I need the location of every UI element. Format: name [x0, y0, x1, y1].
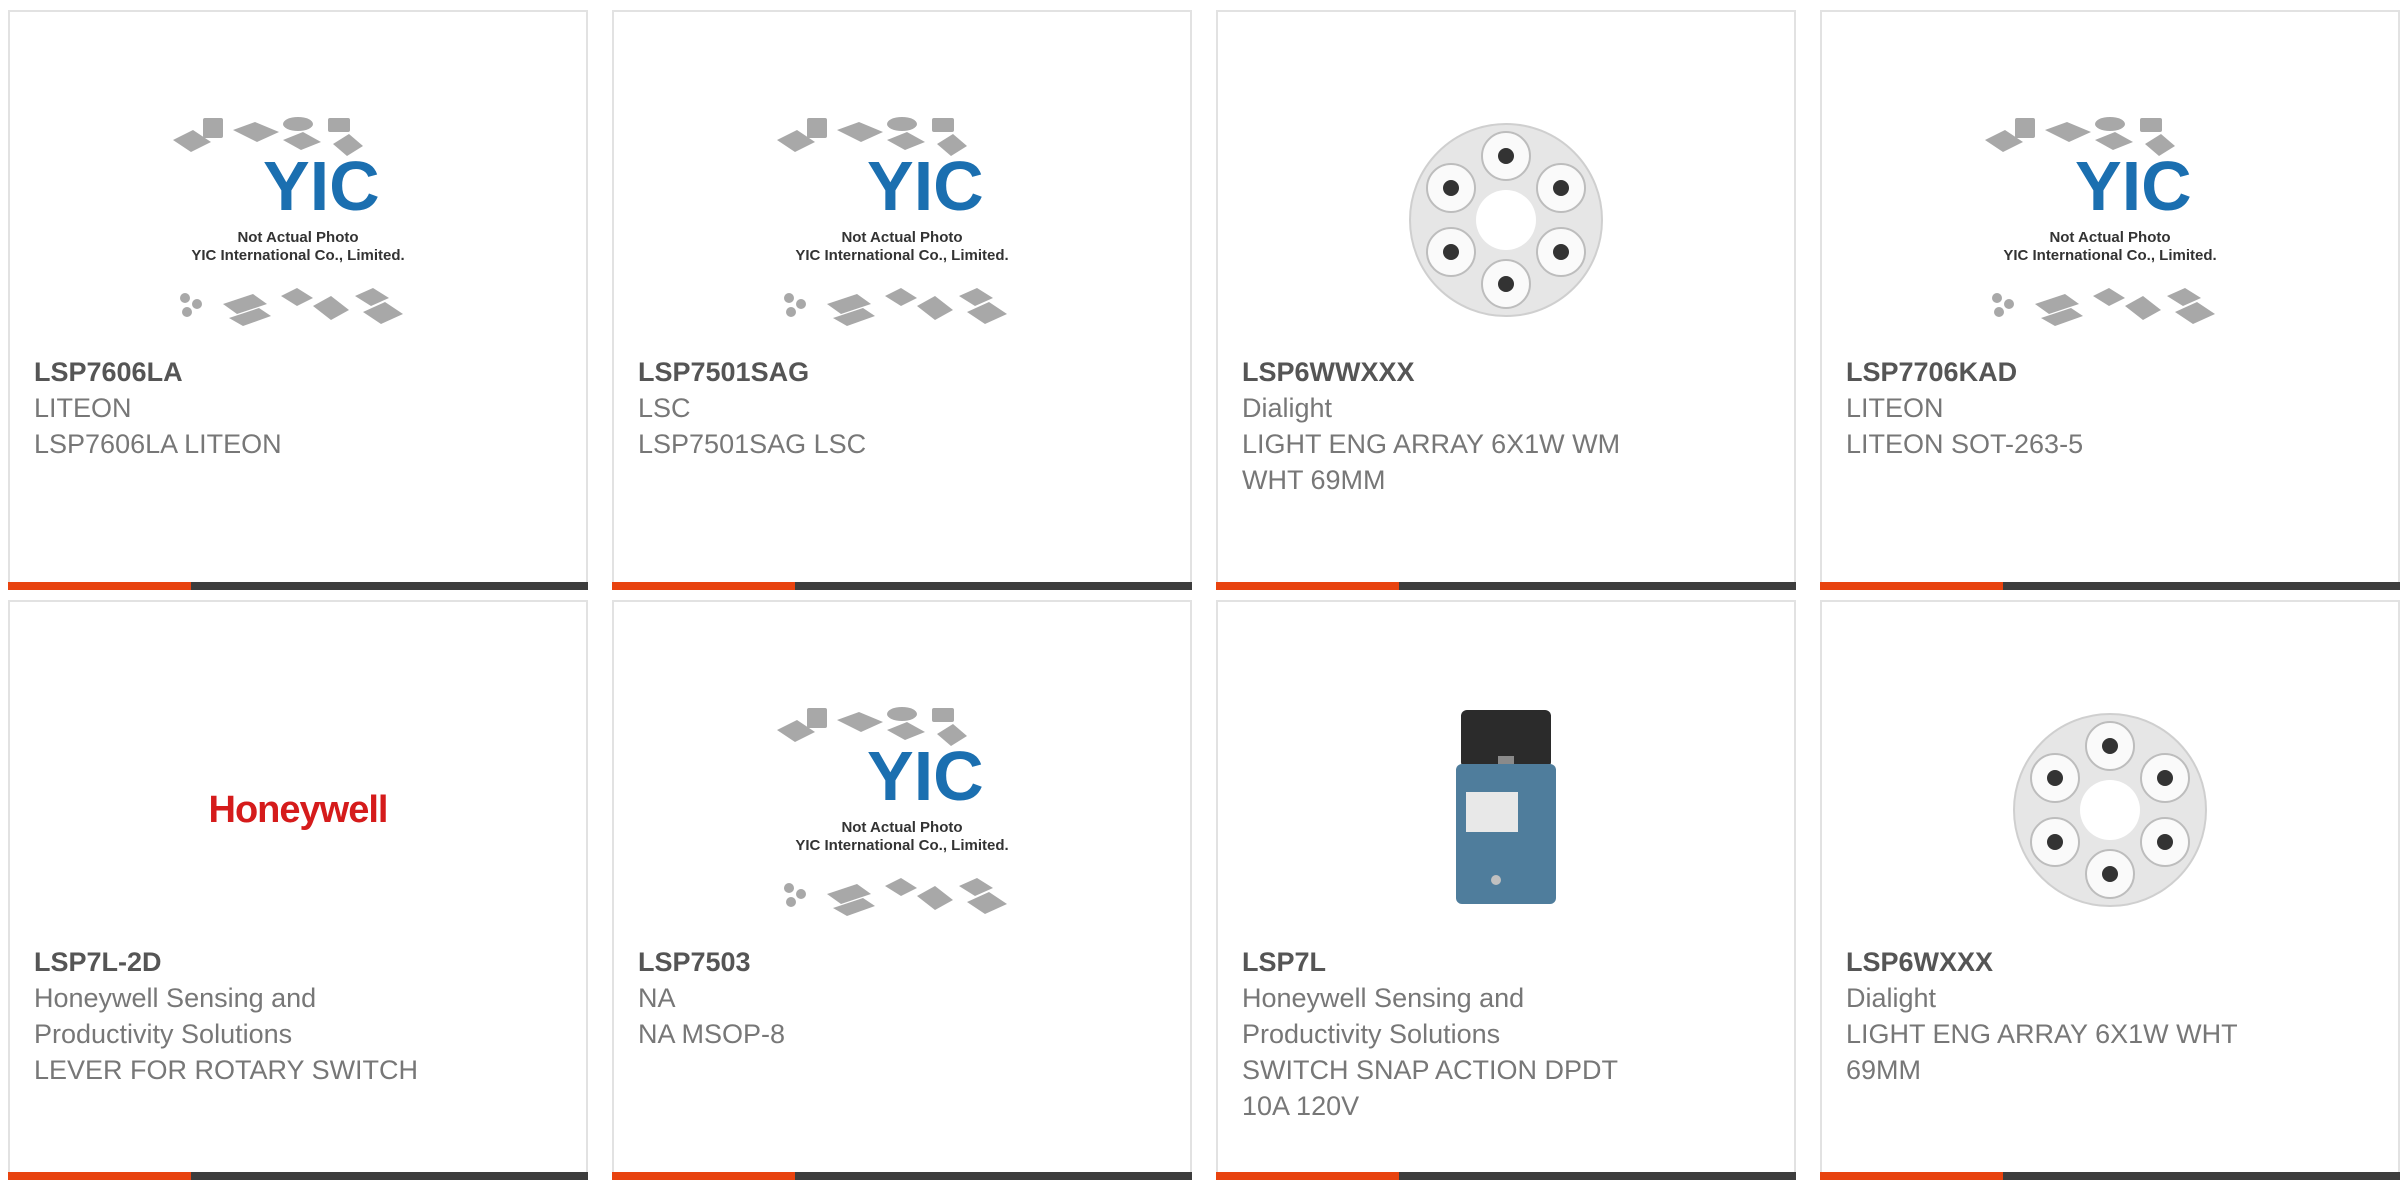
product-image-placeholder[interactable]: YIC Not Actual Photo YIC International C… [10, 90, 586, 350]
product-card[interactable]: Honeywell LSP7L-2D Honeywell Sensing and… [8, 600, 588, 1180]
product-card[interactable]: YIC Not Actual Photo YIC International C… [8, 10, 588, 590]
svg-text:YIC International Co., Limited: YIC International Co., Limited. [191, 247, 404, 264]
product-card[interactable]: LSP6WWXXX Dialight LIGHT ENG ARRAY 6X1W … [1216, 10, 1796, 590]
product-card[interactable]: YIC Not Actual Photo YIC International C… [612, 10, 1192, 590]
led-array-icon [2013, 713, 2207, 907]
manufacturer: NA [638, 983, 676, 1013]
manufacturer: LITEON [1846, 393, 1944, 423]
card-bottom-bar [612, 1172, 1192, 1180]
part-number[interactable]: LSP7L [1242, 944, 1770, 980]
svg-text:Not Actual Photo: Not Actual Photo [237, 229, 358, 246]
product-image-placeholder[interactable]: YIC Not Actual Photo YIC International C… [614, 680, 1190, 940]
product-info: LSP7L-2D Honeywell Sensing and Productiv… [34, 944, 562, 1088]
placeholder-photo-icon: YIC Not Actual Photo YIC International C… [173, 117, 405, 326]
part-number[interactable]: LSP7L-2D [34, 944, 562, 980]
product-image-placeholder[interactable]: YIC Not Actual Photo YIC International C… [1822, 90, 2398, 350]
svg-text:Not Actual Photo: Not Actual Photo [2049, 229, 2170, 246]
placeholder-photo-icon: YIC Not Actual Photo YIC International C… [777, 707, 1009, 916]
manufacturer: LITEON [34, 393, 132, 423]
manufacturer: Dialight [1846, 983, 1937, 1013]
description: LIGHT ENG ARRAY 6X1W WHT 69MM [1846, 1019, 2238, 1085]
description: LITEON SOT-263-5 [1846, 429, 2084, 459]
limit-switch-icon [1456, 710, 1556, 904]
honeywell-logo-icon: Honeywell [208, 788, 389, 831]
manufacturer: Dialight [1242, 393, 1333, 423]
card-bottom-bar [612, 582, 1192, 590]
manufacturer: Honeywell Sensing and Productivity Solut… [34, 983, 317, 1049]
product-image-placeholder[interactable]: YIC Not Actual Photo YIC International C… [614, 90, 1190, 350]
svg-text:YIC International Co., Limited: YIC International Co., Limited. [795, 247, 1008, 264]
description: NA MSOP-8 [638, 1019, 786, 1049]
product-info: LSP6WXXX Dialight LIGHT ENG ARRAY 6X1W W… [1846, 944, 2374, 1088]
card-bottom-bar [1216, 582, 1796, 590]
card-bottom-bar [1820, 1172, 2400, 1180]
card-bottom-bar [1216, 1172, 1796, 1180]
product-card[interactable]: YIC Not Actual Photo YIC International C… [612, 600, 1192, 1180]
part-number[interactable]: LSP7501SAG [638, 354, 1166, 390]
product-grid: YIC Not Actual Photo YIC International C… [8, 10, 2400, 1180]
product-info: LSP7606LA LITEON LSP7606LA LITEON [34, 354, 562, 462]
description: LEVER FOR ROTARY SWITCH [34, 1055, 419, 1085]
card-bottom-bar [8, 1172, 588, 1180]
svg-text:Not Actual Photo: Not Actual Photo [841, 819, 962, 836]
placeholder-photo-icon: YIC Not Actual Photo YIC International C… [777, 117, 1009, 326]
card-bottom-bar [8, 582, 588, 590]
card-bottom-bar [1820, 582, 2400, 590]
placeholder-photo-icon: YIC Not Actual Photo YIC International C… [1985, 117, 2217, 326]
product-card[interactable]: LSP6WXXX Dialight LIGHT ENG ARRAY 6X1W W… [1820, 600, 2400, 1180]
description: SWITCH SNAP ACTION DPDT 10A 120V [1242, 1055, 1618, 1121]
product-card[interactable]: YIC Not Actual Photo YIC International C… [1820, 10, 2400, 590]
product-card[interactable]: LSP7L Honeywell Sensing and Productivity… [1216, 600, 1796, 1180]
yic-logo-icon: YIC [867, 147, 984, 225]
product-info: LSP7706KAD LITEON LITEON SOT-263-5 [1846, 354, 2374, 462]
part-number[interactable]: LSP6WXXX [1846, 944, 2374, 980]
product-info: LSP7501SAG LSC LSP7501SAG LSC [638, 354, 1166, 462]
product-image[interactable] [1822, 680, 2398, 940]
manufacturer: LSC [638, 393, 691, 423]
svg-text:YIC International Co., Limited: YIC International Co., Limited. [795, 837, 1008, 854]
product-info: LSP7L Honeywell Sensing and Productivity… [1242, 944, 1770, 1124]
product-image[interactable] [1218, 680, 1794, 940]
description: LIGHT ENG ARRAY 6X1W WM WHT 69MM [1242, 429, 1621, 495]
yic-logo-icon: YIC [867, 737, 984, 815]
svg-text:YIC International Co., Limited: YIC International Co., Limited. [2003, 247, 2216, 264]
product-info: LSP7503 NA NA MSOP-8 [638, 944, 1166, 1052]
product-image[interactable] [1218, 90, 1794, 350]
product-info: LSP6WWXXX Dialight LIGHT ENG ARRAY 6X1W … [1242, 354, 1770, 498]
part-number[interactable]: LSP7606LA [34, 354, 562, 390]
description: LSP7606LA LITEON [34, 429, 282, 459]
svg-text:Not Actual Photo: Not Actual Photo [841, 229, 962, 246]
led-array-icon [1409, 123, 1603, 317]
part-number[interactable]: LSP7706KAD [1846, 354, 2374, 390]
yic-logo-icon: YIC [263, 147, 380, 225]
manufacturer: Honeywell Sensing and Productivity Solut… [1242, 983, 1525, 1049]
part-number[interactable]: LSP7503 [638, 944, 1166, 980]
description: LSP7501SAG LSC [638, 429, 867, 459]
product-image[interactable]: Honeywell [10, 680, 586, 940]
yic-logo-icon: YIC [2075, 147, 2192, 225]
part-number[interactable]: LSP6WWXXX [1242, 354, 1770, 390]
